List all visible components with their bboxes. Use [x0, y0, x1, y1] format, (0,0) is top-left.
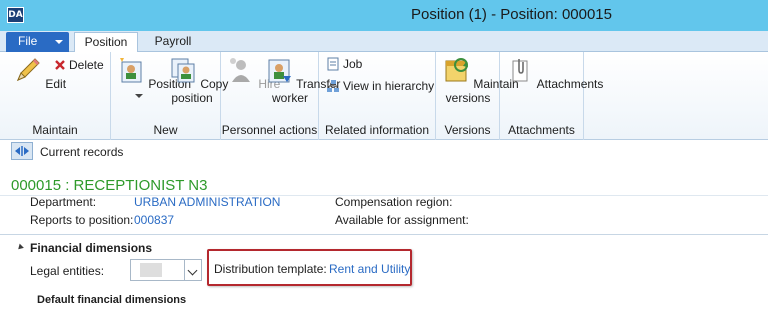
maintain-versions-button[interactable]: Maintain versions [442, 56, 519, 105]
ribbon: Edit Delete Maintain Position Copy posit… [0, 52, 768, 140]
transfer-worker-button[interactable]: Transfer worker [265, 56, 340, 105]
copy-label-line2: position [171, 91, 213, 105]
copy-position-button[interactable]: Copy position [169, 56, 228, 105]
job-button[interactable]: Job [326, 57, 362, 71]
paperclip-icon [512, 59, 528, 82]
ribbon-group-new: Position Copy position New [111, 52, 228, 140]
group-label-related-information: Related information [324, 123, 430, 137]
divider [0, 234, 768, 235]
available-for-assignment-label: Available for assignment: [335, 213, 469, 227]
hire-person-icon [230, 58, 250, 82]
delete-x-icon [55, 60, 65, 70]
distribution-template-link[interactable]: Rent and Utility [329, 262, 410, 276]
maintain-versions-line2: versions [445, 91, 491, 105]
group-label-versions: Versions [444, 123, 491, 137]
department-label: Department: [30, 195, 97, 209]
view-in-hierarchy-label: View in hierarchy [343, 79, 435, 93]
chevron-down-icon [135, 94, 143, 98]
hire-button[interactable]: Hire [227, 56, 280, 91]
group-label-personnel-actions: Personnel actions [221, 123, 318, 137]
legal-entities-label: Legal entities: [30, 264, 105, 278]
file-menu-label: File [18, 34, 38, 48]
transfer-label-line2: worker [271, 91, 308, 105]
distribution-template-label: Distribution template: [214, 262, 327, 276]
record-title: 000015 : RECEPTIONIST N3 [11, 177, 208, 194]
new-position-button[interactable]: Position [117, 56, 191, 98]
hierarchy-icon [327, 80, 339, 92]
tab-position[interactable]: Position [74, 32, 138, 53]
job-label: Job [343, 57, 363, 71]
copy-position-icon [171, 58, 195, 83]
chevron-down-icon[interactable] [184, 260, 201, 280]
edit-button[interactable]: Edit [14, 56, 66, 91]
group-label-new: New [153, 123, 178, 137]
group-label-attachments: Attachments [508, 123, 575, 137]
attachments-label: Attachments [536, 77, 604, 91]
file-menu-button[interactable]: File [6, 32, 69, 52]
app-icon[interactable]: DA [7, 7, 24, 23]
position-card-icon [120, 58, 142, 83]
legal-entities-select[interactable] [130, 259, 202, 281]
collapse-triangle-icon[interactable] [16, 243, 24, 252]
ribbon-tab-strip: File Position Payroll [0, 31, 768, 53]
tab-payroll[interactable]: Payroll [144, 32, 202, 53]
window-title: Position (1) - Position: 000015 [411, 6, 612, 23]
ribbon-group-personnel-actions: Hire Transfer worker Personnel actions [221, 52, 340, 140]
reports-to-link[interactable]: 000837 [134, 213, 174, 227]
group-label-maintain: Maintain [32, 123, 78, 137]
job-document-icon [327, 57, 339, 71]
versions-calendar-icon [445, 58, 468, 82]
legal-entities-value [140, 263, 162, 277]
ribbon-group-versions: Maintain versions Versions [436, 52, 519, 140]
department-link[interactable]: URBAN ADMINISTRATION [134, 195, 280, 209]
chevron-down-icon [55, 40, 63, 44]
title-bar: DA Position (1) - Position: 000015 [0, 0, 768, 31]
pencil-icon [17, 58, 40, 81]
compensation-region-label: Compensation region: [335, 195, 453, 209]
records-navigation-icon[interactable] [11, 142, 33, 160]
view-in-hierarchy-button[interactable]: View in hierarchy [326, 79, 434, 93]
edit-label: Edit [45, 77, 67, 91]
delete-label: Delete [69, 58, 104, 72]
attachments-button[interactable]: Attachments [506, 56, 603, 91]
financial-dimensions-header[interactable]: Financial dimensions [30, 241, 152, 255]
current-records-label[interactable]: Current records [40, 145, 123, 159]
ribbon-group-attachments: Attachments Attachments [500, 52, 603, 140]
ribbon-group-maintain: Edit Delete Maintain [0, 52, 111, 140]
reports-to-label: Reports to position: [30, 213, 134, 227]
default-financial-dimensions-heading: Default financial dimensions [37, 294, 187, 306]
delete-button[interactable]: Delete [54, 58, 104, 72]
ribbon-group-related-information: Job View in hierarchy Related informatio… [319, 52, 436, 140]
transfer-worker-icon [268, 59, 291, 83]
